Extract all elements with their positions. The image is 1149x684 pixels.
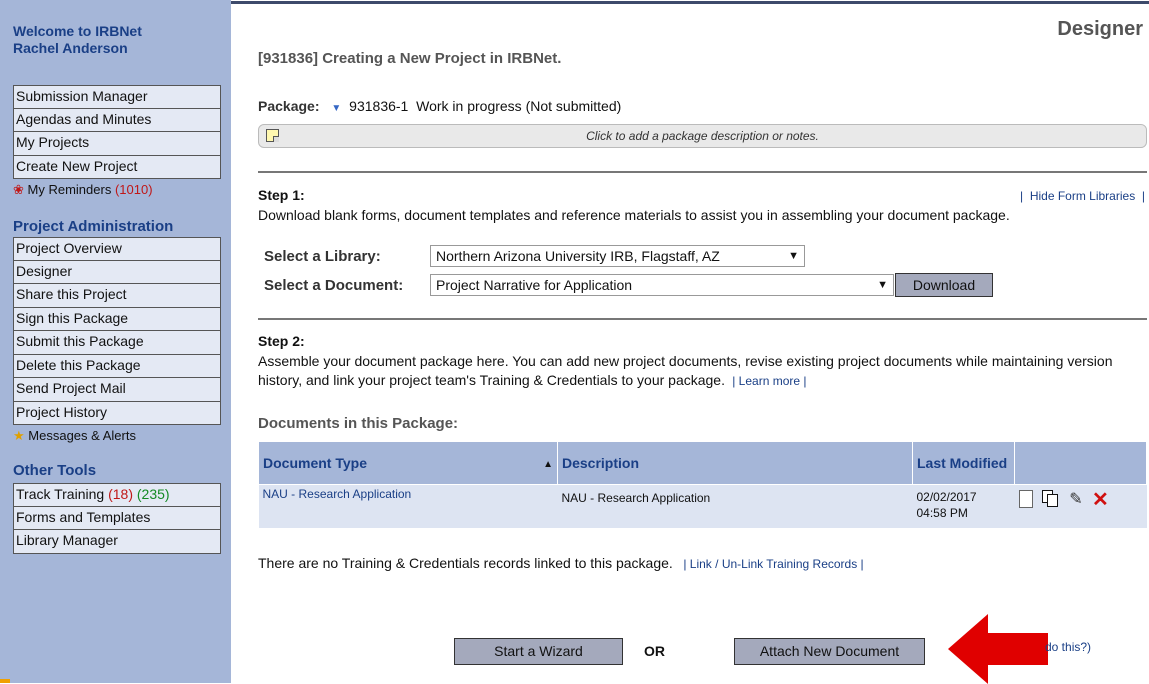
- document-select[interactable]: Project Narrative for Application ▼: [430, 274, 894, 296]
- training-count-red: (18): [108, 486, 133, 502]
- sidebar: Welcome to IRBNet Rachel Anderson Submis…: [0, 0, 231, 683]
- doc-time: 04:58 PM: [916, 505, 968, 520]
- nav-project-overview[interactable]: Project Overview: [13, 237, 221, 261]
- user-name: Rachel Anderson: [13, 40, 128, 56]
- nav-delete-package[interactable]: Delete this Package: [13, 354, 221, 378]
- training-line: There are no Training & Credentials reco…: [258, 555, 864, 571]
- nav-forms-templates[interactable]: Forms and Templates: [13, 506, 221, 530]
- doc-actions: ✎ ✕: [1014, 484, 1147, 528]
- nav-share-project[interactable]: Share this Project: [13, 284, 221, 308]
- corner-marker: [0, 679, 10, 683]
- document-label: Select a Document:: [264, 277, 404, 294]
- doc-type-link[interactable]: NAU - Research Application: [258, 484, 558, 528]
- learn-more-link[interactable]: Learn more: [739, 374, 800, 388]
- package-notes-bar[interactable]: Click to add a package description or no…: [258, 124, 1147, 148]
- copy-icon[interactable]: [1041, 490, 1060, 508]
- download-button[interactable]: Download: [895, 273, 993, 297]
- package-status: Work in progress (Not submitted): [416, 98, 622, 114]
- step2-text-block: Assemble your document package here. You…: [258, 353, 1113, 388]
- flag-icon: ❀: [13, 182, 24, 197]
- welcome-block: Welcome to IRBNet Rachel Anderson: [13, 23, 142, 57]
- table-row: NAU - Research Application NAU - Researc…: [258, 484, 1147, 528]
- other-tools-title: Other Tools: [13, 462, 97, 479]
- col-description[interactable]: Description: [557, 442, 913, 485]
- page-title: Designer: [1057, 18, 1143, 40]
- other-tools-nav: Track Training (18) (235) Forms and Temp…: [13, 483, 221, 554]
- training-count-green: (235): [136, 486, 170, 502]
- nav-messages-alerts[interactable]: ★ Messages & Alerts: [13, 425, 221, 446]
- delete-x-icon[interactable]: ✕: [1092, 487, 1109, 512]
- or-label: OR: [644, 643, 665, 659]
- pencil-icon[interactable]: ✎: [1069, 489, 1082, 509]
- step2-text: Assemble your document package here. You…: [258, 353, 1113, 388]
- start-wizard-button[interactable]: Start a Wizard: [454, 638, 623, 665]
- nav-project-history[interactable]: Project History: [13, 401, 221, 425]
- nav-sign-package[interactable]: Sign this Package: [13, 307, 221, 331]
- reminders-label: My Reminders: [27, 182, 112, 197]
- library-select-value: Northern Arizona University IRB, Flagsta…: [436, 248, 720, 264]
- col-document-type[interactable]: Document Type ▲: [258, 442, 558, 485]
- doc-last-modified: 02/02/2017 04:58 PM: [912, 484, 1015, 528]
- library-label: Select a Library:: [264, 248, 381, 265]
- package-dropdown-icon[interactable]: ▼: [331, 103, 341, 114]
- track-training-label: Track Training: [16, 486, 105, 502]
- document-select-value: Project Narrative for Application: [436, 277, 633, 293]
- bell-alert-icon: ★: [13, 428, 25, 443]
- nav-my-projects[interactable]: My Projects: [13, 132, 221, 156]
- red-arrow-annotation: [948, 614, 1048, 684]
- step1-title: Step 1:: [258, 187, 305, 203]
- nav-designer[interactable]: Designer: [13, 260, 221, 284]
- top-rule: [231, 1, 1149, 4]
- messages-label: Messages & Alerts: [28, 428, 136, 443]
- nav-track-training[interactable]: Track Training (18) (235): [13, 483, 221, 507]
- notes-placeholder: Click to add a package description or no…: [586, 129, 819, 143]
- document-icon[interactable]: [1018, 490, 1033, 508]
- step2-title: Step 2:: [258, 333, 305, 349]
- table-header-row: Document Type ▲ Description Last Modifie…: [258, 442, 1147, 485]
- link-training-records[interactable]: Link / Un-Link Training Records: [690, 557, 857, 571]
- hide-form-libraries-link[interactable]: Hide Form Libraries: [1030, 189, 1135, 203]
- welcome-text: Welcome to IRBNet: [13, 23, 142, 39]
- hide-form-libraries: | Hide Form Libraries |: [1020, 189, 1145, 203]
- nav-agendas-minutes[interactable]: Agendas and Minutes: [13, 108, 221, 132]
- nav-create-new-project[interactable]: Create New Project: [13, 155, 221, 179]
- nav-send-project-mail[interactable]: Send Project Mail: [13, 378, 221, 402]
- reminders-count: (1010): [114, 182, 153, 197]
- training-text: There are no Training & Credentials reco…: [258, 555, 673, 571]
- col-last-modified[interactable]: Last Modified: [912, 442, 1015, 485]
- nav-submit-package[interactable]: Submit this Package: [13, 331, 221, 355]
- documents-label: Documents in this Package:: [258, 415, 459, 432]
- doc-description: NAU - Research Application: [557, 484, 913, 528]
- package-id: 931836-1: [349, 98, 409, 114]
- sort-asc-icon: ▲: [543, 458, 553, 470]
- project-admin-nav: Project Overview Designer Share this Pro…: [13, 237, 221, 446]
- package-line: Package: ▼ 931836-1 Work in progress (No…: [258, 98, 621, 114]
- chevron-down-icon: ▼: [788, 250, 799, 262]
- divider: [258, 171, 1147, 173]
- project-admin-title: Project Administration: [13, 218, 174, 235]
- library-select[interactable]: Northern Arizona University IRB, Flagsta…: [430, 245, 805, 267]
- doc-date: 02/02/2017: [916, 489, 977, 504]
- col-actions: [1014, 442, 1147, 485]
- chevron-down-icon: ▼: [877, 279, 888, 291]
- divider: [258, 318, 1147, 320]
- nav-submission-manager[interactable]: Submission Manager: [13, 85, 221, 109]
- main-content: Designer [931836] Creating a New Project…: [231, 0, 1149, 684]
- nav-my-reminders[interactable]: ❀ My Reminders (1010): [13, 179, 221, 200]
- step1-text: Download blank forms, document templates…: [258, 207, 1010, 223]
- project-title: [931836] Creating a New Project in IRBNe…: [258, 50, 562, 67]
- how-do-i-link[interactable]: do this?): [1045, 640, 1091, 654]
- attach-new-document-button[interactable]: Attach New Document: [734, 638, 925, 665]
- nav-library-manager[interactable]: Library Manager: [13, 530, 221, 554]
- documents-table: Document Type ▲ Description Last Modifie…: [258, 442, 1147, 528]
- main-nav: Submission Manager Agendas and Minutes M…: [13, 85, 221, 200]
- package-label: Package:: [258, 98, 320, 114]
